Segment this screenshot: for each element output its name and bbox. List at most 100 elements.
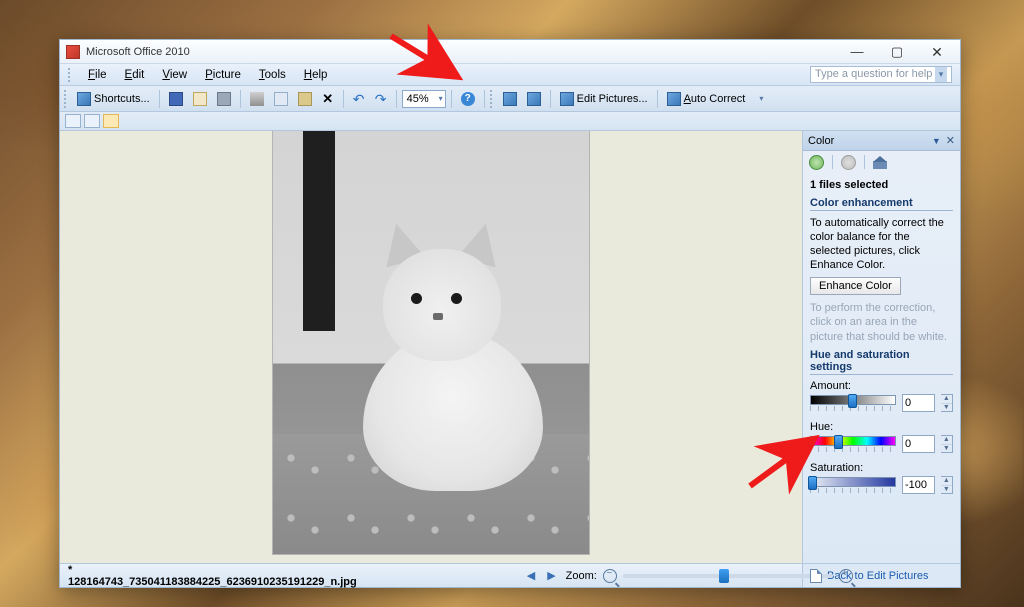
menu-view[interactable]: View: [153, 67, 196, 83]
files-selected-label: 1 files selected: [810, 178, 953, 192]
minimize-button[interactable]: —: [846, 45, 868, 59]
hue-label: Hue:: [810, 421, 953, 433]
taskpane-color: Color ▼ ✕ 1 files selected Color enhance…: [802, 131, 960, 587]
auto-correct-label: Auto Correct: [684, 93, 746, 105]
taskpane-close-button[interactable]: ✕: [946, 134, 955, 147]
undo-button[interactable]: ↶: [349, 89, 369, 109]
amount-slider[interactable]: [810, 395, 896, 405]
document-icon: [810, 569, 822, 583]
rotate-left-icon: [503, 92, 517, 106]
menu-file[interactable]: File: [79, 67, 116, 83]
save-button[interactable]: [165, 89, 187, 109]
saturation-input[interactable]: -100: [902, 476, 935, 494]
menubar: File Edit View Picture Tools Help Type a…: [60, 64, 960, 86]
section-hue-saturation: Hue and saturation settings: [810, 349, 953, 375]
help-placeholder: Type a question for help: [815, 67, 932, 82]
taskpane-title: Color: [808, 135, 932, 147]
zoom-out-button[interactable]: [603, 569, 617, 583]
app-window: Microsoft Office 2010 — ▢ ✕ File Edit Vi…: [59, 39, 961, 588]
amount-slider-thumb[interactable]: [848, 394, 857, 408]
shortcuts-label: Shortcuts...: [94, 93, 150, 105]
mail-button[interactable]: [189, 89, 211, 109]
edit-pictures-label: Edit Pictures...: [577, 93, 648, 105]
redo-button[interactable]: ↷: [371, 89, 391, 109]
saturation-slider[interactable]: [810, 477, 896, 487]
filename-label: * 128164743_735041183884225_623691023519…: [68, 564, 357, 588]
picture-preview: [273, 131, 589, 554]
hue-slider[interactable]: [810, 436, 896, 446]
chevron-down-icon[interactable]: ▾: [935, 67, 947, 82]
redo-icon: ↷: [375, 93, 387, 105]
help-icon: ?: [461, 92, 475, 106]
delete-icon: ✕: [322, 93, 333, 105]
edit-pictures-icon: [560, 92, 574, 106]
standard-toolbar: Shortcuts... ✕ ↶ ↷ 45% ▾ ? Edit Pictures…: [60, 86, 960, 112]
shortcuts-icon: [77, 92, 91, 106]
print-button[interactable]: [213, 89, 235, 109]
view-thumbnail-button[interactable]: [65, 114, 81, 128]
section-color-enhancement: Color enhancement: [810, 197, 953, 211]
hue-slider-thumb[interactable]: [834, 435, 843, 449]
nav-home-button[interactable]: [873, 156, 887, 169]
saturation-slider-thumb[interactable]: [808, 476, 817, 490]
saturation-spinner[interactable]: ▲▼: [941, 476, 953, 494]
help-search-box[interactable]: Type a question for help ▾: [810, 66, 952, 83]
color-enhancement-desc: To automatically correct the color balan…: [810, 216, 953, 272]
zoom-in-button[interactable]: [839, 569, 853, 583]
edit-pictures-button[interactable]: Edit Pictures...: [556, 89, 652, 109]
window-title: Microsoft Office 2010: [86, 46, 190, 58]
view-filmstrip-button[interactable]: [84, 114, 100, 128]
prev-picture-button[interactable]: ◀: [527, 569, 535, 582]
hue-input[interactable]: 0: [902, 435, 935, 453]
rotate-left-button[interactable]: [499, 89, 521, 109]
cut-icon: [250, 92, 264, 106]
toolbar-grip[interactable]: [68, 68, 73, 82]
chevron-down-icon: ▾: [759, 94, 763, 103]
auto-correct-dropdown[interactable]: ▾: [751, 89, 771, 109]
paste-button[interactable]: [294, 89, 316, 109]
copy-icon: [274, 92, 288, 106]
hue-spinner[interactable]: ▲▼: [941, 435, 953, 453]
toolbar-grip[interactable]: [64, 90, 69, 108]
rotate-right-icon: [527, 92, 541, 106]
picture-canvas[interactable]: [60, 131, 802, 563]
zoom-combo[interactable]: 45% ▾: [402, 90, 446, 108]
toolbar-grip[interactable]: [490, 90, 495, 108]
close-button[interactable]: ✕: [926, 45, 948, 59]
taskpane-menu-button[interactable]: ▼: [932, 136, 941, 146]
rotate-right-button[interactable]: [523, 89, 545, 109]
statusbar: * 128164743_735041183884225_623691023519…: [60, 563, 802, 587]
help-button[interactable]: ?: [457, 89, 479, 109]
auto-correct-button[interactable]: Auto Correct: [663, 89, 750, 109]
amount-input[interactable]: 0: [902, 394, 935, 412]
next-picture-button[interactable]: ▶: [547, 569, 555, 582]
shortcuts-button[interactable]: Shortcuts...: [73, 89, 154, 109]
view-single-button[interactable]: [103, 114, 119, 128]
menu-tools[interactable]: Tools: [250, 67, 295, 83]
undo-icon: ↶: [353, 93, 365, 105]
maximize-button[interactable]: ▢: [886, 45, 908, 59]
nav-back-button[interactable]: [809, 155, 824, 170]
mail-icon: [193, 92, 207, 106]
print-icon: [217, 92, 231, 106]
cut-button[interactable]: [246, 89, 268, 109]
enhance-color-button[interactable]: Enhance Color: [810, 277, 901, 295]
delete-button[interactable]: ✕: [318, 89, 338, 109]
zoom-slider-thumb[interactable]: [719, 569, 729, 583]
amount-spinner[interactable]: ▲▼: [941, 394, 953, 412]
titlebar: Microsoft Office 2010 — ▢ ✕: [60, 40, 960, 64]
auto-correct-icon: [667, 92, 681, 106]
menu-help[interactable]: Help: [295, 67, 337, 83]
nav-forward-button[interactable]: [841, 155, 856, 170]
zoom-value: 45%: [407, 93, 429, 105]
enhance-hint: To perform the correction, click on an a…: [810, 301, 953, 343]
menu-picture[interactable]: Picture: [196, 67, 250, 83]
paste-icon: [298, 92, 312, 106]
view-toolbar: [60, 112, 960, 131]
amount-label: Amount:: [810, 380, 953, 392]
chevron-down-icon[interactable]: ▾: [439, 94, 443, 103]
menu-edit[interactable]: Edit: [116, 67, 154, 83]
zoom-label: Zoom:: [566, 570, 597, 582]
zoom-slider[interactable]: [623, 574, 833, 578]
copy-button[interactable]: [270, 89, 292, 109]
